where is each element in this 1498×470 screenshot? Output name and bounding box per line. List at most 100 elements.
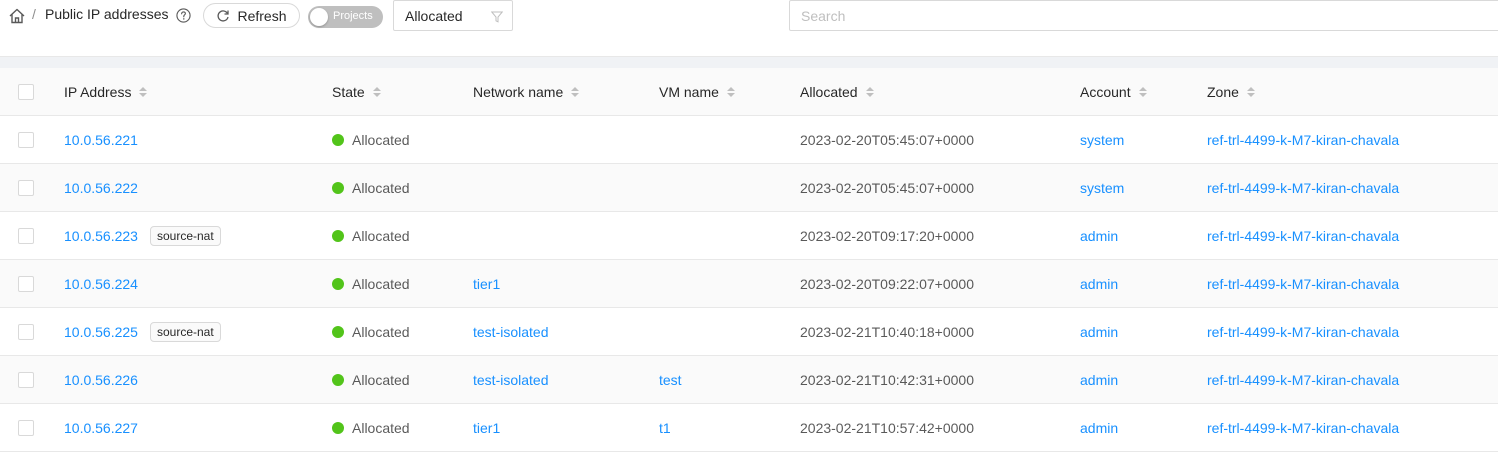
network-name-link[interactable]: test-isolated	[473, 372, 548, 388]
zone-link[interactable]: ref-trl-4499-k-M7-kiran-chavala	[1207, 372, 1399, 388]
question-circle-icon[interactable]	[176, 8, 191, 23]
allocated-timestamp: 2023-02-21T10:42:31+0000	[800, 371, 974, 388]
state-text: Allocated	[352, 371, 410, 388]
table-row[interactable]: 10.0.56.221 Allocated 2023-02-20T05:45:07+…	[0, 116, 1498, 164]
table-row[interactable]: 10.0.56.222 Allocated 2023-02-20T05:45:07+…	[0, 164, 1498, 212]
allocated-timestamp: 2023-02-20T09:17:20+0000	[800, 227, 974, 244]
ip-addresses-table: IP Address State Network name VM name Al…	[0, 68, 1498, 452]
source-nat-tag: source-nat	[149, 225, 221, 246]
column-header-label: Zone	[1207, 83, 1239, 100]
page-title: Public IP addresses	[45, 6, 169, 22]
ip-address-link[interactable]: 10.0.56.222	[64, 180, 138, 196]
home-icon[interactable]	[8, 7, 26, 25]
allocated-timestamp: 2023-02-21T10:40:18+0000	[800, 323, 974, 340]
status-dot-icon	[332, 133, 344, 146]
state-text: Allocated	[352, 419, 410, 436]
column-header-label: State	[332, 83, 365, 100]
row-checkbox[interactable]	[18, 275, 34, 292]
column-header-ip-address[interactable]: IP Address	[64, 68, 148, 115]
refresh-button[interactable]: Refresh	[203, 3, 300, 28]
ip-address-link[interactable]: 10.0.56.224	[64, 276, 138, 292]
column-header-vm-name[interactable]: VM name	[659, 68, 735, 115]
table-row[interactable]: 10.0.56.227 Allocated tier1 t1 2023-02-21T10…	[0, 404, 1498, 452]
sort-icon[interactable]	[726, 86, 735, 97]
state-text: Allocated	[352, 275, 410, 292]
zone-link[interactable]: ref-trl-4499-k-M7-kiran-chavala	[1207, 420, 1399, 436]
account-link[interactable]: admin	[1080, 372, 1118, 388]
row-checkbox[interactable]	[18, 371, 34, 388]
column-header-zone[interactable]: Zone	[1207, 68, 1255, 115]
sort-icon[interactable]	[1138, 86, 1147, 97]
row-checkbox[interactable]	[18, 131, 34, 148]
column-header-allocated[interactable]: Allocated	[800, 68, 874, 115]
ip-address-link[interactable]: 10.0.56.225	[64, 324, 138, 340]
zone-link[interactable]: ref-trl-4499-k-M7-kiran-chavala	[1207, 132, 1399, 148]
account-link[interactable]: admin	[1080, 276, 1118, 292]
table-row[interactable]: 10.0.56.224 Allocated tier1 2023-02-20T09:2…	[0, 260, 1498, 308]
state-filter-select[interactable]: Allocated	[393, 0, 513, 31]
content-divider	[0, 56, 1498, 68]
vm-name-link[interactable]: test	[659, 372, 682, 388]
vm-name-link[interactable]: t1	[659, 420, 671, 436]
network-name-link[interactable]: tier1	[473, 276, 500, 292]
column-header-label: VM name	[659, 83, 719, 100]
row-checkbox[interactable]	[18, 419, 34, 436]
table-body: 10.0.56.221 Allocated 2023-02-20T05:45:07+…	[0, 116, 1498, 452]
toggle-knob	[310, 8, 328, 26]
sort-icon[interactable]	[139, 86, 148, 97]
allocated-timestamp: 2023-02-20T05:45:07+0000	[800, 131, 974, 148]
search-input[interactable]	[789, 0, 1498, 31]
account-link[interactable]: admin	[1080, 420, 1118, 436]
state-filter-value: Allocated	[405, 8, 463, 24]
account-link[interactable]: system	[1080, 180, 1124, 196]
row-checkbox[interactable]	[18, 179, 34, 196]
select-all-checkbox[interactable]	[18, 83, 34, 100]
column-header-label: IP Address	[64, 83, 132, 100]
status-dot-icon	[332, 277, 344, 290]
state-text: Allocated	[352, 131, 410, 148]
state-text: Allocated	[352, 323, 410, 340]
state-text: Allocated	[352, 227, 410, 244]
status-dot-icon	[332, 325, 344, 338]
zone-link[interactable]: ref-trl-4499-k-M7-kiran-chavala	[1207, 276, 1399, 292]
account-link[interactable]: system	[1080, 132, 1124, 148]
row-checkbox[interactable]	[18, 227, 34, 244]
status-dot-icon	[332, 181, 344, 194]
column-header-account[interactable]: Account	[1080, 68, 1147, 115]
refresh-label: Refresh	[237, 7, 287, 24]
table-row[interactable]: 10.0.56.225 source-nat Allocated test-isola…	[0, 308, 1498, 356]
column-header-state[interactable]: State	[332, 68, 381, 115]
column-header-network-name[interactable]: Network name	[473, 68, 580, 115]
filter-icon	[491, 11, 503, 23]
sort-icon[interactable]	[1246, 86, 1255, 97]
table-header: IP Address State Network name VM name Al…	[0, 68, 1498, 116]
zone-link[interactable]: ref-trl-4499-k-M7-kiran-chavala	[1207, 180, 1399, 196]
status-dot-icon	[332, 229, 344, 242]
source-nat-tag: source-nat	[149, 321, 221, 342]
ip-address-link[interactable]: 10.0.56.227	[64, 420, 138, 436]
allocated-timestamp: 2023-02-21T10:57:42+0000	[800, 419, 974, 436]
row-checkbox[interactable]	[18, 323, 34, 340]
account-link[interactable]: admin	[1080, 324, 1118, 340]
projects-toggle-label: Projects	[333, 10, 373, 22]
projects-toggle[interactable]: Projects	[308, 6, 383, 28]
sort-icon[interactable]	[865, 86, 874, 97]
table-row[interactable]: 10.0.56.223 source-nat Allocated 2023-02-20…	[0, 212, 1498, 260]
table-row[interactable]: 10.0.56.226 Allocated test-isolated test 202…	[0, 356, 1498, 404]
column-header-label: Allocated	[800, 83, 858, 100]
network-name-link[interactable]: test-isolated	[473, 324, 548, 340]
column-header-label: Network name	[473, 83, 564, 100]
network-name-link[interactable]: tier1	[473, 420, 500, 436]
breadcrumb-separator: /	[32, 6, 36, 22]
zone-link[interactable]: ref-trl-4499-k-M7-kiran-chavala	[1207, 228, 1399, 244]
sort-icon[interactable]	[571, 86, 580, 97]
ip-address-link[interactable]: 10.0.56.221	[64, 132, 138, 148]
zone-link[interactable]: ref-trl-4499-k-M7-kiran-chavala	[1207, 324, 1399, 340]
ip-address-link[interactable]: 10.0.56.223	[64, 228, 138, 244]
sort-icon[interactable]	[372, 86, 381, 97]
ip-address-link[interactable]: 10.0.56.226	[64, 372, 138, 388]
toolbar: / Public IP addresses Refresh Projects A…	[0, 0, 1498, 56]
reload-icon	[217, 9, 230, 22]
account-link[interactable]: admin	[1080, 228, 1118, 244]
state-text: Allocated	[352, 179, 410, 196]
